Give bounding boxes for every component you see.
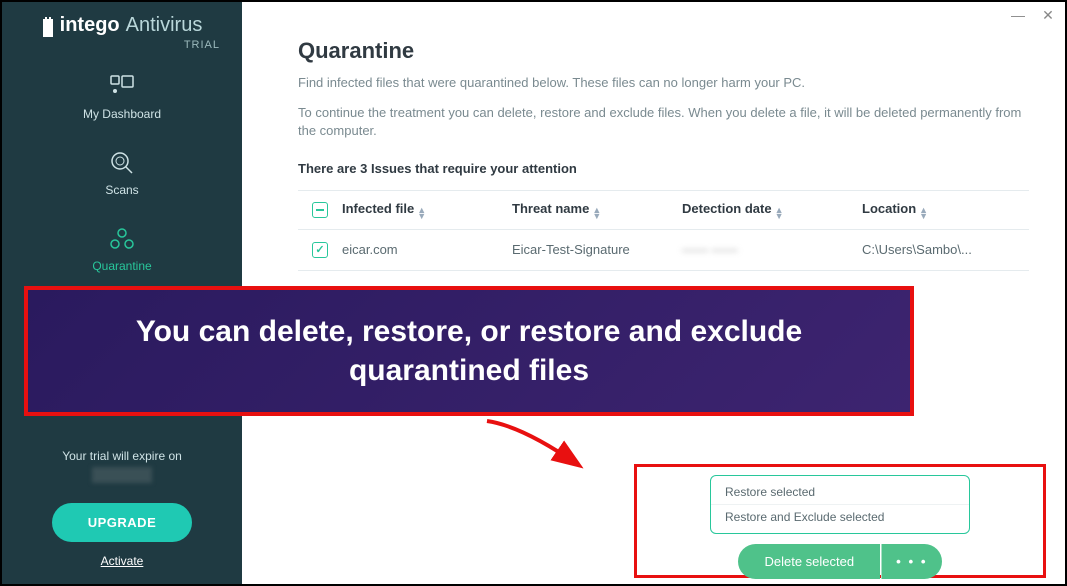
sort-icon: ▲▼ (417, 207, 426, 219)
sort-icon: ▲▼ (919, 207, 928, 219)
app-window: — ✕ intego Antivirus TRIAL My Dashboard S… (0, 0, 1067, 586)
cell-date-blurred: —— —— (682, 242, 862, 257)
trial-badge: TRIAL (184, 39, 220, 51)
trial-expire-date-blurred (92, 467, 152, 483)
annotation-text: You can delete, restore, or restore and … (58, 312, 880, 390)
row-checkbox[interactable]: ✓ (312, 242, 328, 258)
column-header-date[interactable]: Detection date▲▼ (682, 201, 862, 219)
sort-icon: ▲▼ (592, 207, 601, 219)
logo-text-bold: intego (60, 14, 120, 37)
delete-selected-button[interactable]: Delete selected (738, 544, 880, 579)
quarantine-icon (108, 225, 136, 253)
sidebar-item-dashboard[interactable]: My Dashboard (83, 73, 161, 121)
titlebar-controls: — ✕ (1011, 8, 1055, 22)
sidebar-item-label: Scans (105, 183, 138, 197)
cell-file: eicar.com (342, 242, 512, 257)
column-header-threat[interactable]: Threat name▲▼ (512, 201, 682, 219)
page-subtitle-2: To continue the treatment you can delete… (298, 104, 1029, 140)
close-button[interactable]: ✕ (1041, 8, 1055, 22)
menu-restore-selected[interactable]: Restore selected (711, 480, 969, 505)
upgrade-button[interactable]: UPGRADE (52, 503, 193, 542)
trial-expire-text: Your trial will expire on (62, 449, 182, 463)
table-header: Infected file▲▼ Threat name▲▼ Detection … (298, 190, 1029, 230)
issues-count-line: There are 3 Issues that require your att… (298, 161, 1029, 176)
action-area-highlight: Restore selected Restore and Exclude sel… (634, 464, 1046, 578)
sidebar-item-quarantine[interactable]: Quarantine (92, 225, 151, 273)
minimize-button[interactable]: — (1011, 8, 1025, 22)
activate-link[interactable]: Activate (101, 554, 144, 568)
app-logo: intego Antivirus (42, 14, 203, 37)
sidebar-item-label: Quarantine (92, 259, 151, 273)
cell-location: C:\Users\Sambo\... (862, 242, 1029, 257)
page-title: Quarantine (298, 38, 1029, 64)
scan-icon (108, 149, 136, 177)
column-header-location[interactable]: Location▲▼ (862, 201, 1029, 219)
logo-text-light: Antivirus (126, 14, 203, 37)
action-dropdown-menu: Restore selected Restore and Exclude sel… (710, 475, 970, 534)
menu-restore-exclude-selected[interactable]: Restore and Exclude selected (711, 505, 969, 529)
annotation-arrow-icon (482, 416, 592, 476)
sidebar-item-scans[interactable]: Scans (105, 149, 138, 197)
more-actions-button[interactable]: • • • (881, 544, 941, 579)
dashboard-icon (108, 73, 136, 101)
table-row[interactable]: ✓ eicar.com Eicar-Test-Signature —— —— C… (298, 230, 1029, 271)
annotation-overlay: You can delete, restore, or restore and … (24, 286, 914, 416)
cell-threat: Eicar-Test-Signature (512, 242, 682, 257)
sort-icon: ▲▼ (775, 207, 784, 219)
column-header-file[interactable]: Infected file▲▼ (342, 201, 512, 219)
select-all-checkbox[interactable] (312, 202, 328, 218)
sidebar-item-label: My Dashboard (83, 107, 161, 121)
page-subtitle-1: Find infected files that were quarantine… (298, 74, 1029, 92)
tower-icon (42, 15, 54, 37)
